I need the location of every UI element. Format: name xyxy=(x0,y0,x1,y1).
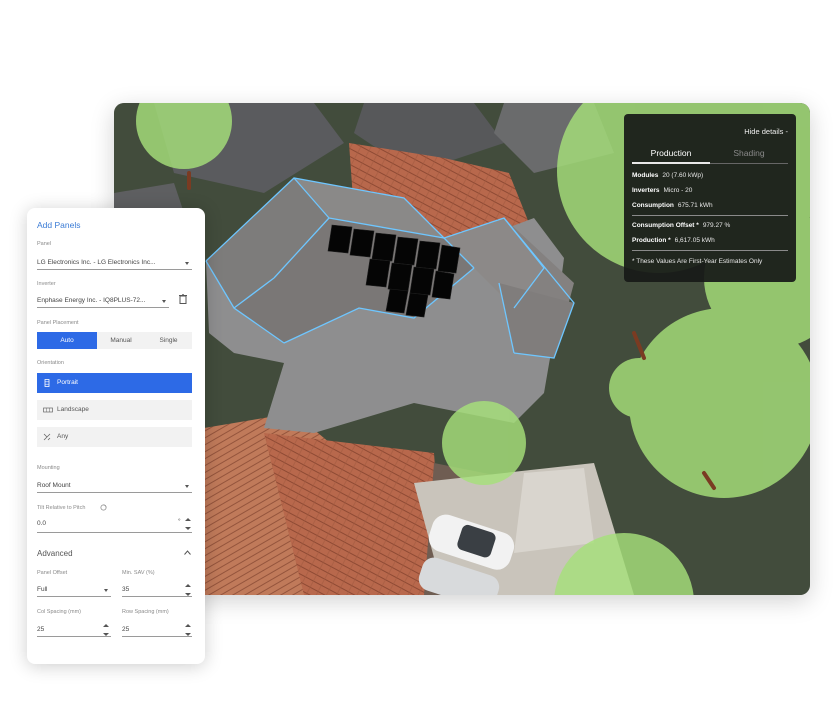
production-value: 6,617.05 kWh xyxy=(674,237,715,244)
panel-select-value: LG Electronics Inc. - LG Electronics Inc… xyxy=(37,259,156,266)
mounting-label: Mounting xyxy=(37,465,60,471)
placement-single[interactable]: Single xyxy=(145,332,192,349)
production-row: Production * 6,617.05 kWh xyxy=(632,237,715,244)
col-spacing-label: Col Spacing (mm) xyxy=(37,609,82,615)
consumption-offset-value: 979.27 % xyxy=(702,222,731,229)
landscape-icon xyxy=(43,407,53,413)
inverter-label: Inverter xyxy=(37,281,56,287)
min-sav-label: Min. SAV (%) xyxy=(122,570,155,576)
tilt-label: Tilt Relative to Pitch xyxy=(37,505,86,511)
row-spacing-value: 25 xyxy=(122,626,130,633)
row-spacing-label: Row Spacing (mm) xyxy=(122,609,169,615)
col-spacing-stepper[interactable] xyxy=(103,624,109,636)
tilt-input-value: 0.0 xyxy=(37,520,47,527)
orientation-portrait-label: Portrait xyxy=(57,379,78,386)
tab-shading[interactable]: Shading xyxy=(710,148,788,164)
info-icon[interactable] xyxy=(100,504,107,511)
orientation-any[interactable]: Any xyxy=(37,427,192,447)
inverters-label: Inverters xyxy=(632,187,660,194)
row-spacing-stepper[interactable] xyxy=(185,624,191,636)
modules-value: 20 (7.60 kWp) xyxy=(662,172,704,179)
chevron-up-icon[interactable] xyxy=(184,550,191,555)
chevron-down-icon xyxy=(185,485,189,488)
placement-auto[interactable]: Auto xyxy=(37,332,97,349)
col-spacing-value: 25 xyxy=(37,626,45,633)
orientation-landscape[interactable]: Landscape xyxy=(37,400,192,420)
panel-offset-label: Panel Offset xyxy=(37,570,68,576)
trash-icon[interactable] xyxy=(179,294,187,304)
estimates-note: * These Values Are First-Year Estimates … xyxy=(632,258,763,265)
tilt-stepper[interactable] xyxy=(185,518,191,530)
orientation-landscape-label: Landscape xyxy=(57,406,89,413)
any-orientation-icon xyxy=(43,433,51,441)
consumption-offset-label: Consumption Offset * xyxy=(632,222,699,229)
min-sav-stepper[interactable] xyxy=(185,584,191,596)
orientation-label: Orientation xyxy=(37,360,64,366)
consumption-label: Consumption xyxy=(632,202,674,209)
production-details-panel: Hide details - Production Shading Module… xyxy=(624,114,796,282)
input-underline xyxy=(122,636,192,637)
chevron-down-icon xyxy=(162,300,166,303)
add-panels-sidebar: Add Panels Panel LG Electronics Inc. - L… xyxy=(27,208,205,664)
panel-label: Panel xyxy=(37,241,52,247)
select-underline xyxy=(37,269,192,270)
inverters-row: Inverters Micro - 20 xyxy=(632,187,692,194)
consumption-offset-row: Consumption Offset * 979.27 % xyxy=(632,222,730,229)
select-underline xyxy=(37,596,111,597)
mounting-select-value: Roof Mount xyxy=(37,482,71,489)
min-sav-value: 35 xyxy=(122,586,130,593)
details-tabs: Production Shading xyxy=(632,148,788,164)
placement-manual[interactable]: Manual xyxy=(97,332,145,349)
input-underline xyxy=(37,636,111,637)
divider xyxy=(632,250,788,251)
modules-row: Modules 20 (7.60 kWp) xyxy=(632,172,703,179)
portrait-icon xyxy=(44,379,50,387)
inverter-select-value: Enphase Energy Inc. - IQ8PLUS-72... xyxy=(37,297,146,304)
panel-offset-value: Full xyxy=(37,586,48,593)
placement-label: Panel Placement xyxy=(37,320,79,326)
chevron-down-icon xyxy=(185,262,189,265)
select-underline xyxy=(37,307,169,308)
chevron-down-icon xyxy=(104,589,108,592)
placement-toggle: Auto Manual Single xyxy=(37,332,192,349)
select-underline xyxy=(37,492,192,493)
advanced-section-title: Advanced xyxy=(37,549,73,558)
consumption-row: Consumption 675.71 kWh xyxy=(632,202,713,209)
degree-unit: ° xyxy=(178,518,181,525)
inverters-value: Micro - 20 xyxy=(663,187,693,194)
tab-production[interactable]: Production xyxy=(632,148,710,164)
hide-details-link[interactable]: Hide details - xyxy=(744,127,788,136)
production-label: Production * xyxy=(632,237,671,244)
input-underline xyxy=(37,532,192,533)
panel-title: Add Panels xyxy=(37,220,81,230)
divider xyxy=(632,215,788,216)
orientation-portrait[interactable]: Portrait xyxy=(37,373,192,393)
input-underline xyxy=(122,596,192,597)
orientation-any-label: Any xyxy=(57,433,69,440)
modules-label: Modules xyxy=(632,172,659,179)
consumption-value: 675.71 kWh xyxy=(677,202,713,209)
